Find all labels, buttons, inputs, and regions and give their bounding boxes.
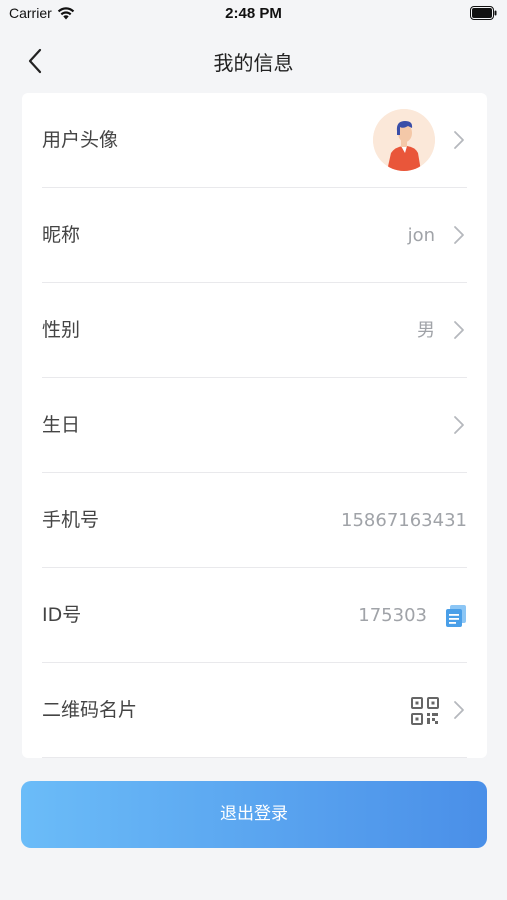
row-phone: 手机号 15867163431 <box>42 473 467 568</box>
chevron-right-icon <box>454 701 464 719</box>
row-gender[interactable]: 性别 男 <box>42 283 467 378</box>
row-birthday[interactable]: 生日 <box>42 378 467 473</box>
battery-icon <box>470 6 497 20</box>
row-birthday-label: 生日 <box>42 414 81 436</box>
id-value: 175303 <box>358 605 427 626</box>
row-phone-label: 手机号 <box>42 509 100 531</box>
row-avatar-label: 用户头像 <box>42 129 119 151</box>
gender-value: 男 <box>417 320 435 341</box>
profile-info-card: 用户头像 昵称 jon 性别 男 生日 手机号 15867163431 ID号 … <box>22 93 487 758</box>
chevron-right-icon <box>454 416 464 434</box>
status-time: 2:48 PM <box>225 5 282 22</box>
row-gender-label: 性别 <box>42 319 81 341</box>
row-qr-card[interactable]: 二维码名片 <box>42 663 467 758</box>
status-bar: Carrier 2:48 PM <box>0 0 507 28</box>
copy-icon[interactable] <box>445 604 467 628</box>
qr-code-icon <box>411 697 439 725</box>
row-qr-label: 二维码名片 <box>42 699 138 721</box>
avatar-illustration <box>373 109 435 171</box>
chevron-right-icon <box>454 131 464 149</box>
page-title: 我的信息 <box>213 51 294 75</box>
nickname-value: jon <box>407 225 435 246</box>
row-nickname[interactable]: 昵称 jon <box>42 188 467 283</box>
row-nickname-label: 昵称 <box>42 224 81 246</box>
navigation-bar: 我的信息 <box>0 38 507 82</box>
chevron-right-icon <box>454 321 464 339</box>
logout-button[interactable]: 退出登录 <box>21 781 487 848</box>
chevron-right-icon <box>454 226 464 244</box>
row-id: ID号 175303 <box>42 568 467 663</box>
row-id-label: ID号 <box>42 604 82 626</box>
phone-value: 15867163431 <box>341 510 467 531</box>
row-avatar[interactable]: 用户头像 <box>42 93 467 188</box>
avatar[interactable] <box>373 109 435 171</box>
